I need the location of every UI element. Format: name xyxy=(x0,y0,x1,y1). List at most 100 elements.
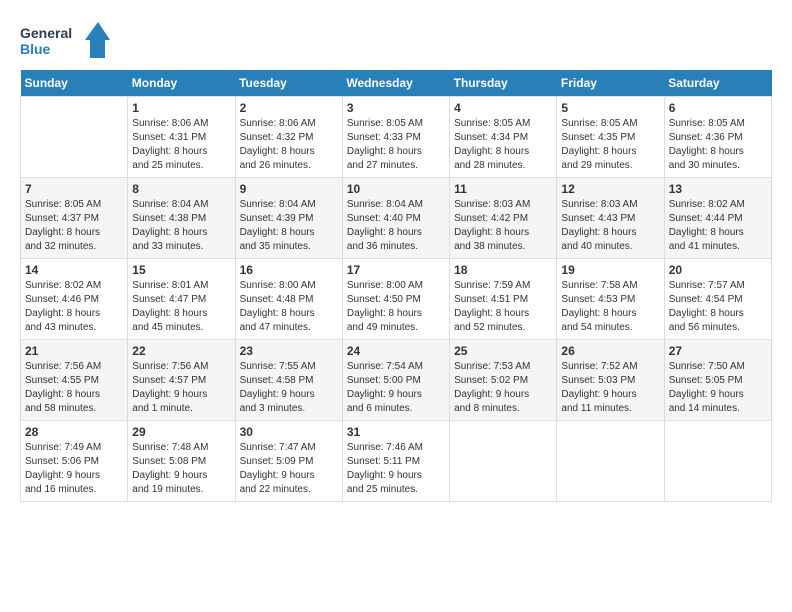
logo-svg: General Blue xyxy=(20,20,110,60)
calendar-cell: 7 Sunrise: 8:05 AM Sunset: 4:37 PM Daylig… xyxy=(21,178,128,259)
calendar-cell: 29 Sunrise: 7:48 AM Sunset: 5:08 PM Dayli… xyxy=(128,421,235,502)
header-thursday: Thursday xyxy=(450,70,557,97)
header-monday: Monday xyxy=(128,70,235,97)
day-info: Sunrise: 8:02 AM Sunset: 4:44 PM Dayligh… xyxy=(669,198,767,254)
calendar-cell: 24 Sunrise: 7:54 AM Sunset: 5:00 PM Dayli… xyxy=(342,340,449,421)
calendar-week-row: 14 Sunrise: 8:02 AM Sunset: 4:46 PM Dayli… xyxy=(21,259,772,340)
calendar-cell: 1 Sunrise: 8:06 AM Sunset: 4:31 PM Daylig… xyxy=(128,97,235,178)
calendar-cell: 8Sunrise: 8:04 AM Sunset: 4:38 PM Daylig… xyxy=(128,178,235,259)
calendar-cell: 31Sunrise: 7:46 AM Sunset: 5:11 PM Dayli… xyxy=(342,421,449,502)
day-number: 29 xyxy=(132,425,230,439)
day-info: Sunrise: 7:57 AM Sunset: 4:54 PM Dayligh… xyxy=(669,279,767,335)
day-number: 31 xyxy=(347,425,445,439)
day-info: Sunrise: 7:59 AM Sunset: 4:51 PM Dayligh… xyxy=(454,279,552,335)
day-info: Sunrise: 7:50 AM Sunset: 5:05 PM Dayligh… xyxy=(669,360,767,416)
day-number: 27 xyxy=(669,344,767,358)
day-info: Sunrise: 8:04 AM Sunset: 4:38 PM Dayligh… xyxy=(132,198,230,254)
calendar-cell: 23 Sunrise: 7:55 AM Sunset: 4:58 PM Dayli… xyxy=(235,340,342,421)
day-number: 7 xyxy=(25,182,123,196)
day-info: Sunrise: 8:00 AM Sunset: 4:48 PM Dayligh… xyxy=(240,279,338,335)
day-number: 28 xyxy=(25,425,123,439)
day-number: 12 xyxy=(561,182,659,196)
header-saturday: Saturday xyxy=(664,70,771,97)
calendar-cell: 4 Sunrise: 8:05 AM Sunset: 4:34 PM Daylig… xyxy=(450,97,557,178)
day-info: Sunrise: 8:02 AM Sunset: 4:46 PM Dayligh… xyxy=(25,279,123,335)
calendar-week-row: 28Sunrise: 7:49 AM Sunset: 5:06 PM Dayli… xyxy=(21,421,772,502)
day-number: 17 xyxy=(347,263,445,277)
calendar-cell: 15 Sunrise: 8:01 AM Sunset: 4:47 PM Dayli… xyxy=(128,259,235,340)
calendar-cell: 22Sunrise: 7:56 AM Sunset: 4:57 PM Dayli… xyxy=(128,340,235,421)
calendar-cell: 6 Sunrise: 8:05 AM Sunset: 4:36 PM Daylig… xyxy=(664,97,771,178)
day-number: 3 xyxy=(347,101,445,115)
calendar-cell: 30 Sunrise: 7:47 AM Sunset: 5:09 PM Dayli… xyxy=(235,421,342,502)
calendar-cell: 27 Sunrise: 7:50 AM Sunset: 5:05 PM Dayli… xyxy=(664,340,771,421)
day-info: Sunrise: 8:05 AM Sunset: 4:33 PM Dayligh… xyxy=(347,117,445,173)
day-info: Sunrise: 7:58 AM Sunset: 4:53 PM Dayligh… xyxy=(561,279,659,335)
calendar-cell: 18 Sunrise: 7:59 AM Sunset: 4:51 PM Dayli… xyxy=(450,259,557,340)
day-info: Sunrise: 7:55 AM Sunset: 4:58 PM Dayligh… xyxy=(240,360,338,416)
day-number: 19 xyxy=(561,263,659,277)
day-number: 13 xyxy=(669,182,767,196)
day-info: Sunrise: 8:01 AM Sunset: 4:47 PM Dayligh… xyxy=(132,279,230,335)
day-info: Sunrise: 7:56 AM Sunset: 4:57 PM Dayligh… xyxy=(132,360,230,416)
day-info: Sunrise: 8:06 AM Sunset: 4:31 PM Dayligh… xyxy=(132,117,230,173)
day-number: 24 xyxy=(347,344,445,358)
calendar-cell: 2 Sunrise: 8:06 AM Sunset: 4:32 PM Daylig… xyxy=(235,97,342,178)
day-number: 6 xyxy=(669,101,767,115)
day-number: 25 xyxy=(454,344,552,358)
calendar-week-row: 1 Sunrise: 8:06 AM Sunset: 4:31 PM Daylig… xyxy=(21,97,772,178)
day-number: 26 xyxy=(561,344,659,358)
calendar-cell xyxy=(664,421,771,502)
day-info: Sunrise: 8:04 AM Sunset: 4:40 PM Dayligh… xyxy=(347,198,445,254)
calendar-cell: 20 Sunrise: 7:57 AM Sunset: 4:54 PM Dayli… xyxy=(664,259,771,340)
day-info: Sunrise: 8:05 AM Sunset: 4:37 PM Dayligh… xyxy=(25,198,123,254)
day-number: 14 xyxy=(25,263,123,277)
calendar-cell: 13 Sunrise: 8:02 AM Sunset: 4:44 PM Dayli… xyxy=(664,178,771,259)
calendar-cell: 26 Sunrise: 7:52 AM Sunset: 5:03 PM Dayli… xyxy=(557,340,664,421)
day-number: 9 xyxy=(240,182,338,196)
day-number: 2 xyxy=(240,101,338,115)
day-number: 16 xyxy=(240,263,338,277)
day-number: 18 xyxy=(454,263,552,277)
day-number: 20 xyxy=(669,263,767,277)
calendar-cell: 17 Sunrise: 8:00 AM Sunset: 4:50 PM Dayli… xyxy=(342,259,449,340)
day-info: Sunrise: 8:06 AM Sunset: 4:32 PM Dayligh… xyxy=(240,117,338,173)
calendar-cell: 12 Sunrise: 8:03 AM Sunset: 4:43 PM Dayli… xyxy=(557,178,664,259)
day-info: Sunrise: 7:48 AM Sunset: 5:08 PM Dayligh… xyxy=(132,441,230,497)
calendar-cell xyxy=(557,421,664,502)
calendar-cell: 10Sunrise: 8:04 AM Sunset: 4:40 PM Dayli… xyxy=(342,178,449,259)
day-info: Sunrise: 8:05 AM Sunset: 4:35 PM Dayligh… xyxy=(561,117,659,173)
day-number: 1 xyxy=(132,101,230,115)
svg-text:Blue: Blue xyxy=(20,41,51,57)
page-header: General Blue xyxy=(20,20,772,60)
day-info: Sunrise: 8:05 AM Sunset: 4:36 PM Dayligh… xyxy=(669,117,767,173)
day-number: 15 xyxy=(132,263,230,277)
day-number: 23 xyxy=(240,344,338,358)
day-info: Sunrise: 7:52 AM Sunset: 5:03 PM Dayligh… xyxy=(561,360,659,416)
calendar-cell: 9Sunrise: 8:04 AM Sunset: 4:39 PM Daylig… xyxy=(235,178,342,259)
calendar-cell: 28Sunrise: 7:49 AM Sunset: 5:06 PM Dayli… xyxy=(21,421,128,502)
day-info: Sunrise: 8:03 AM Sunset: 4:43 PM Dayligh… xyxy=(561,198,659,254)
day-info: Sunrise: 7:53 AM Sunset: 5:02 PM Dayligh… xyxy=(454,360,552,416)
day-info: Sunrise: 8:00 AM Sunset: 4:50 PM Dayligh… xyxy=(347,279,445,335)
calendar-cell: 25 Sunrise: 7:53 AM Sunset: 5:02 PM Dayli… xyxy=(450,340,557,421)
calendar-cell: 14 Sunrise: 8:02 AM Sunset: 4:46 PM Dayli… xyxy=(21,259,128,340)
svg-text:General: General xyxy=(20,25,72,41)
calendar-week-row: 21Sunrise: 7:56 AM Sunset: 4:55 PM Dayli… xyxy=(21,340,772,421)
day-number: 11 xyxy=(454,182,552,196)
day-number: 30 xyxy=(240,425,338,439)
day-info: Sunrise: 8:03 AM Sunset: 4:42 PM Dayligh… xyxy=(454,198,552,254)
header-friday: Friday xyxy=(557,70,664,97)
day-number: 21 xyxy=(25,344,123,358)
calendar-header-row: SundayMondayTuesdayWednesdayThursdayFrid… xyxy=(21,70,772,97)
calendar-table: SundayMondayTuesdayWednesdayThursdayFrid… xyxy=(20,70,772,502)
day-info: Sunrise: 8:05 AM Sunset: 4:34 PM Dayligh… xyxy=(454,117,552,173)
day-number: 5 xyxy=(561,101,659,115)
logo: General Blue xyxy=(20,20,110,60)
day-number: 4 xyxy=(454,101,552,115)
calendar-cell: 11 Sunrise: 8:03 AM Sunset: 4:42 PM Dayli… xyxy=(450,178,557,259)
calendar-cell: 5 Sunrise: 8:05 AM Sunset: 4:35 PM Daylig… xyxy=(557,97,664,178)
day-info: Sunrise: 7:54 AM Sunset: 5:00 PM Dayligh… xyxy=(347,360,445,416)
day-info: Sunrise: 7:47 AM Sunset: 5:09 PM Dayligh… xyxy=(240,441,338,497)
calendar-cell: 3 Sunrise: 8:05 AM Sunset: 4:33 PM Daylig… xyxy=(342,97,449,178)
